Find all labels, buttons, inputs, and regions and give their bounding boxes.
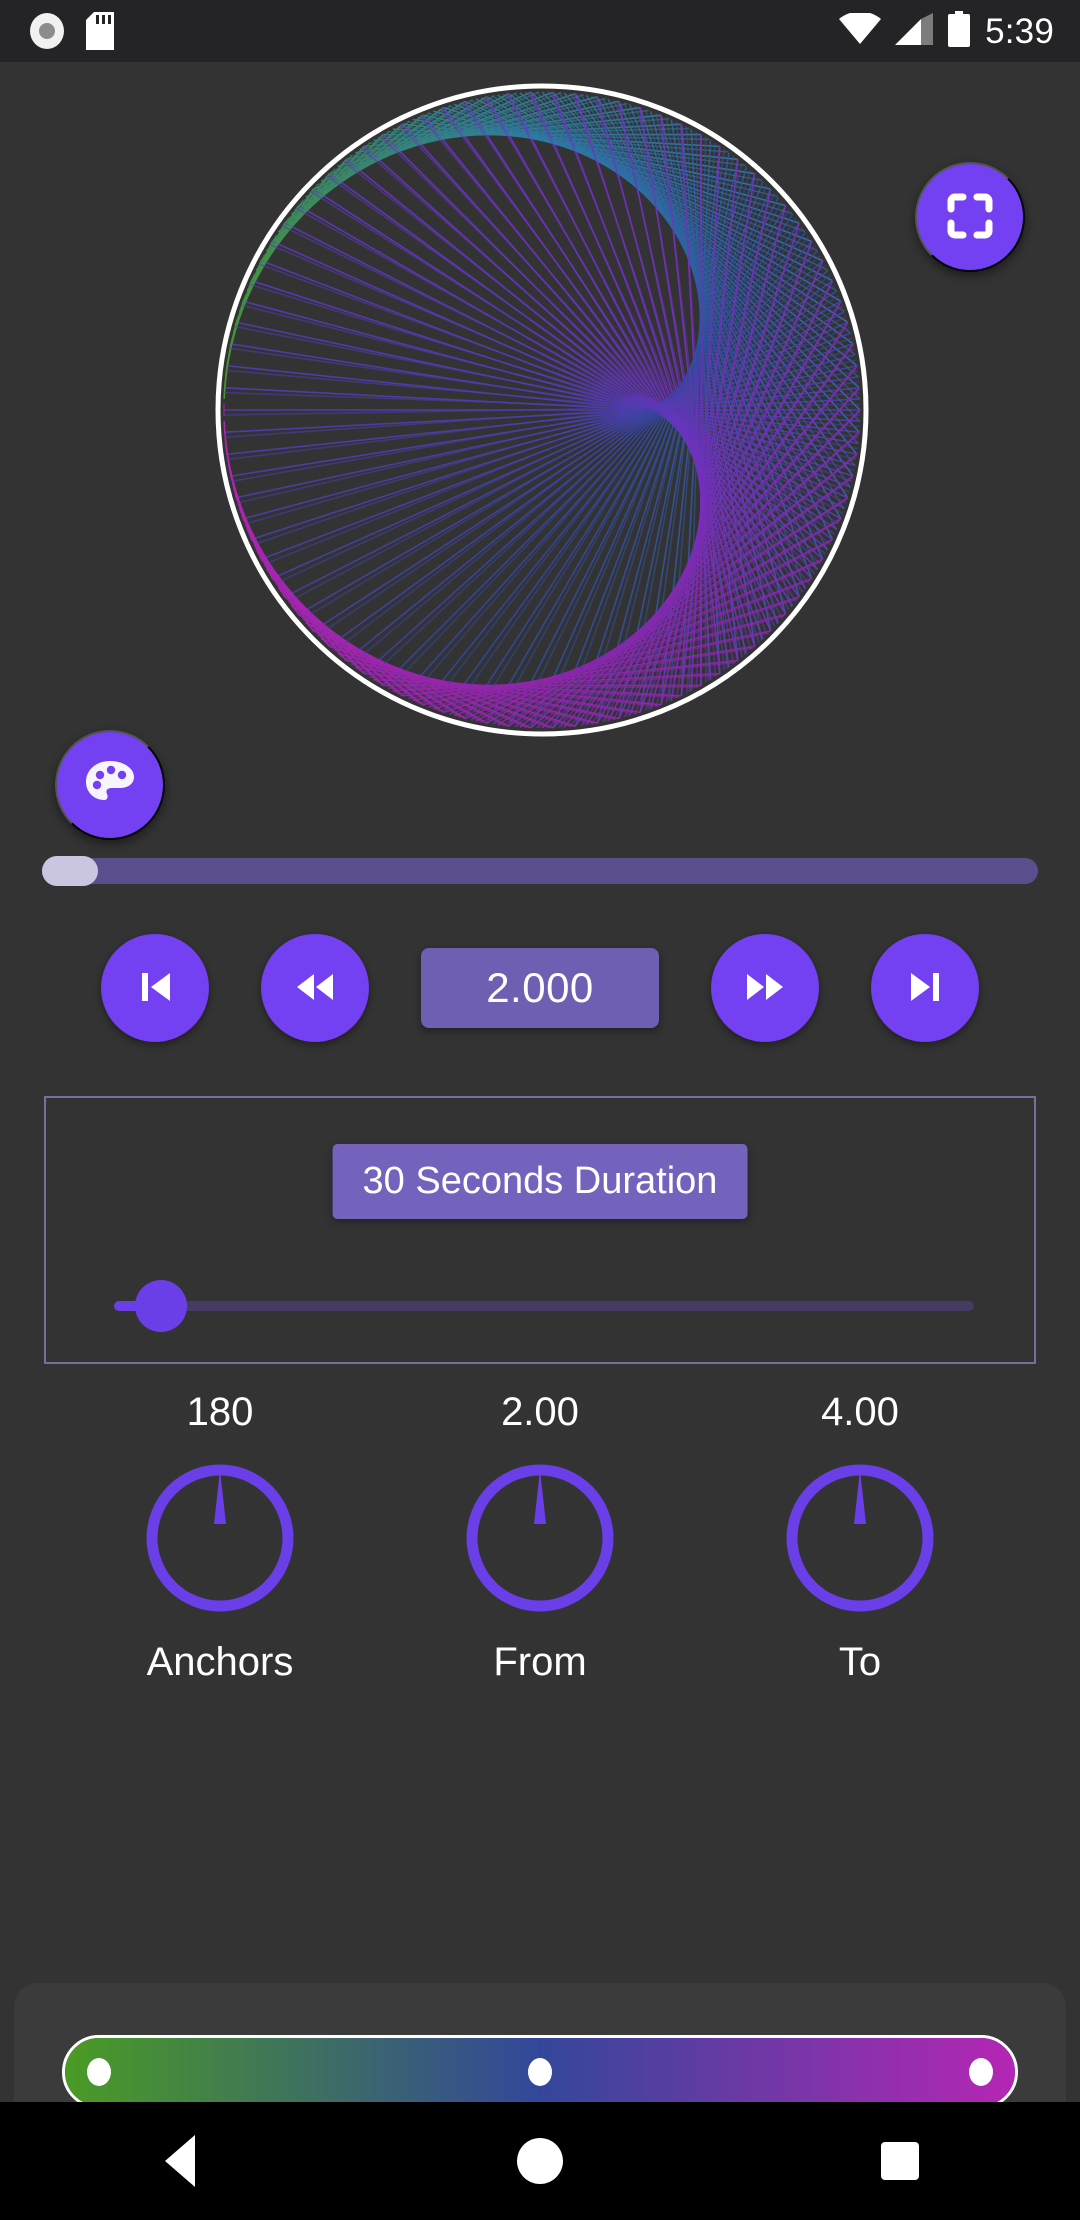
fast-forward-icon xyxy=(740,964,790,1013)
fullscreen-icon xyxy=(947,193,993,242)
knob-value: 4.00 xyxy=(821,1390,899,1434)
knob-to: 4.00 To xyxy=(760,1392,960,1682)
knob-value: 2.00 xyxy=(501,1390,579,1434)
wifi-icon xyxy=(839,10,882,50)
cellular-signal-icon xyxy=(895,12,934,50)
duration-slider-thumb[interactable] xyxy=(135,1280,188,1332)
parameter-knobs: 180 Anchors 2.00 From 4.00 To xyxy=(0,1392,1080,1682)
screen-record-icon xyxy=(30,13,64,49)
android-navigation-bar xyxy=(0,2102,1080,2220)
knob-label: To xyxy=(838,1640,882,1684)
skip-previous-icon xyxy=(132,964,178,1013)
skip-to-start-button[interactable] xyxy=(101,934,209,1042)
palette-button[interactable] xyxy=(55,730,165,840)
back-triangle-icon xyxy=(165,2135,195,2187)
skip-next-icon xyxy=(902,964,948,1013)
seekbar-thumb[interactable] xyxy=(42,856,98,886)
knob-anchors: 180 Anchors xyxy=(120,1392,320,1682)
knob-dial-anchors[interactable] xyxy=(140,1458,300,1618)
playback-seekbar[interactable] xyxy=(42,856,1038,886)
battery-icon xyxy=(947,10,971,52)
duration-chip[interactable]: 30 Seconds Duration xyxy=(332,1144,748,1219)
color-gradient-picker[interactable] xyxy=(62,2035,1018,2109)
status-bar-clock: 5:39 xyxy=(985,11,1054,51)
sd-card-icon xyxy=(86,12,114,50)
duration-slider-track xyxy=(114,1301,974,1311)
multiplier-value-field[interactable]: 2.000 xyxy=(421,948,659,1028)
recents-square-icon xyxy=(881,2142,919,2180)
app-screen: 5:39 2.000 30 Seconds Duration 180 Ancho… xyxy=(0,0,1080,2220)
transport-controls: 2.000 xyxy=(0,928,1080,1048)
nav-recents-button[interactable] xyxy=(830,2102,970,2220)
status-bar: 5:39 xyxy=(0,0,1080,62)
gradient-stop-handle-left[interactable] xyxy=(87,2058,111,2086)
home-circle-icon xyxy=(517,2138,563,2184)
knob-dial-from[interactable] xyxy=(460,1458,620,1618)
knob-from: 2.00 From xyxy=(440,1392,640,1682)
nav-home-button[interactable] xyxy=(470,2102,610,2220)
knob-label: From xyxy=(493,1640,587,1684)
nav-back-button[interactable] xyxy=(110,2102,250,2220)
status-bar-right-icons: 5:39 xyxy=(839,10,1080,52)
palette-icon xyxy=(83,757,137,814)
knob-label: Anchors xyxy=(146,1640,294,1684)
rewind-icon xyxy=(290,964,340,1013)
gradient-stop-handle-right[interactable] xyxy=(969,2058,993,2086)
knob-dial-to[interactable] xyxy=(780,1458,940,1618)
spirograph-canvas[interactable] xyxy=(212,80,872,740)
status-bar-left-icons xyxy=(0,12,114,50)
skip-to-end-button[interactable] xyxy=(871,934,979,1042)
gradient-stop-handle-middle[interactable] xyxy=(528,2058,552,2086)
visualization-stage xyxy=(0,62,1080,840)
knob-value: 180 xyxy=(186,1390,254,1434)
fullscreen-button[interactable] xyxy=(915,162,1025,272)
duration-panel: 30 Seconds Duration xyxy=(44,1096,1036,1364)
fast-forward-button[interactable] xyxy=(711,934,819,1042)
rewind-button[interactable] xyxy=(261,934,369,1042)
duration-slider[interactable] xyxy=(114,1280,974,1332)
